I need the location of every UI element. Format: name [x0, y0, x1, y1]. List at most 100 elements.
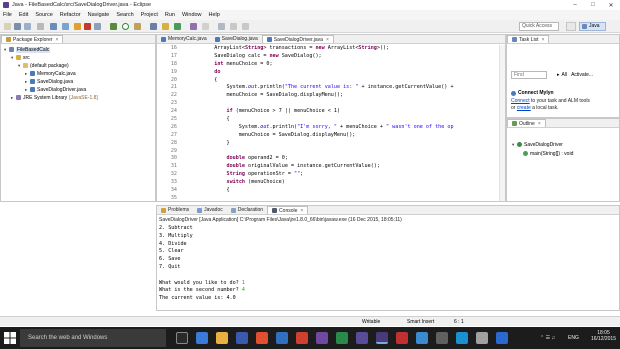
close-button[interactable]: ✕	[602, 0, 620, 10]
print-icon[interactable]	[37, 23, 44, 30]
console-output[interactable]: 2. Subtract 3. Multiply 4. Divide 5. Clear 6…	[159, 225, 609, 310]
find-input[interactable]: Find	[511, 71, 547, 79]
code-line[interactable]: SaveDialog calc = new SaveDialog();	[202, 53, 502, 61]
open-perspective-button[interactable]	[566, 22, 576, 31]
menu-run[interactable]: Run	[165, 12, 175, 18]
menu-window[interactable]: Window	[182, 12, 202, 18]
menu-navigate[interactable]: Navigate	[88, 12, 110, 18]
editor-tab-active[interactable]: SaveDialogDriver.java ×	[261, 35, 334, 44]
code-line[interactable]: menuChoice = SaveDialog.displayMenu();	[202, 92, 502, 100]
outline-method[interactable]: main(String[]) : void	[523, 150, 573, 157]
menu-project[interactable]: Project	[141, 12, 158, 18]
tree-file[interactable]: ▸ MemoryCalc.java	[25, 70, 76, 77]
debug-run-icon[interactable]	[110, 23, 117, 30]
quick-access-input[interactable]: Quick Access	[519, 22, 559, 31]
tab-declaration[interactable]: Declaration	[227, 206, 267, 214]
tree-default-package[interactable]: ▾ (default package)	[18, 62, 69, 69]
language-indicator[interactable]: ENG	[568, 335, 579, 341]
save-all-icon[interactable]	[24, 23, 31, 30]
app-icon[interactable]	[416, 332, 428, 344]
word-icon[interactable]	[276, 332, 288, 344]
external-tools-icon[interactable]	[134, 23, 141, 30]
menu-edit[interactable]: Edit	[19, 12, 28, 18]
editor-scrollbar[interactable]	[499, 45, 505, 201]
run-icon[interactable]	[122, 23, 129, 30]
new-icon[interactable]	[4, 23, 11, 30]
java-perspective-button[interactable]: Java	[579, 22, 606, 31]
code-line[interactable]: {	[202, 77, 502, 85]
code-line[interactable]: }	[202, 140, 502, 148]
editor-tab[interactable]: MemoryCalc.java	[157, 35, 211, 43]
file-explorer-icon[interactable]	[216, 332, 228, 344]
back-icon[interactable]	[230, 23, 237, 30]
terminate-icon[interactable]	[84, 23, 91, 30]
onenote-icon[interactable]	[316, 332, 328, 344]
code-line[interactable]	[202, 100, 502, 108]
all-filter[interactable]: All	[562, 72, 568, 78]
connect-link[interactable]: Connect	[511, 98, 530, 104]
code-line[interactable]: menuChoice = SaveDialog.displayMenu();	[202, 132, 502, 140]
code-line[interactable]: double operand2 = 0;	[202, 155, 502, 163]
resume-icon[interactable]	[74, 23, 81, 30]
code-line[interactable]: ArrayList<String> transactions = new Arr…	[202, 45, 502, 53]
code-line[interactable]: double originalValue = instance.getCurre…	[202, 163, 502, 171]
app-icon[interactable]	[476, 332, 488, 344]
tree-src[interactable]: ▾ src	[11, 54, 30, 61]
tab-javadoc[interactable]: Javadoc	[193, 206, 227, 214]
close-icon[interactable]: ×	[326, 36, 329, 44]
app-icon[interactable]	[436, 332, 448, 344]
menu-help[interactable]: Help	[209, 12, 220, 18]
folder-icon[interactable]: ▸	[557, 72, 560, 78]
code-line[interactable]	[202, 148, 502, 156]
code-line[interactable]: switch (menuChoice)	[202, 179, 502, 187]
forward-icon[interactable]	[242, 23, 249, 30]
task-view-icon[interactable]	[176, 332, 188, 344]
eclipse-taskbar-icon[interactable]	[376, 332, 388, 344]
code-line[interactable]: do	[202, 69, 502, 77]
taskbar-search-input[interactable]: Search the web and Windows	[20, 329, 166, 347]
tree-jre[interactable]: ▸ JRE System Library [JavaSE-1.8]	[11, 94, 98, 101]
skype-icon[interactable]	[456, 332, 468, 344]
powerpoint-icon[interactable]	[296, 332, 308, 344]
code-line[interactable]	[202, 195, 502, 201]
tab-console[interactable]: Console ×	[267, 206, 309, 215]
tab-task-list[interactable]: Task List ×	[507, 35, 550, 43]
open-type-icon[interactable]	[190, 23, 197, 30]
close-icon[interactable]: ×	[538, 120, 541, 128]
visual-studio-icon[interactable]	[356, 332, 368, 344]
debug-icon[interactable]	[50, 23, 57, 30]
tree-file[interactable]: ▸ SaveDialog.java	[25, 78, 73, 85]
clock[interactable]: 18:05 16/12/2015	[591, 330, 616, 342]
tab-package-explorer[interactable]: Package Explorer ×	[1, 35, 64, 44]
app-icon[interactable]	[496, 332, 508, 344]
store-icon[interactable]	[236, 332, 248, 344]
code-line[interactable]: if (menuChoice > 7 || menuChoice < 1)	[202, 108, 502, 116]
create-link[interactable]: create	[517, 105, 531, 111]
minimize-button[interactable]: –	[566, 0, 584, 10]
tree-project[interactable]: ▾ FileBasedCalc	[4, 46, 51, 53]
tray-icons[interactable]: ⌃ ☰ ♫	[540, 335, 555, 341]
new-class-icon[interactable]	[174, 23, 181, 30]
menu-source[interactable]: Source	[35, 12, 52, 18]
code-line[interactable]: System.out.println("I'm sorry, " + menuC…	[202, 124, 502, 132]
code-line[interactable]: System.out.println("The current value is…	[202, 84, 502, 92]
edge-icon[interactable]	[196, 332, 208, 344]
close-icon[interactable]: ×	[55, 36, 58, 44]
tab-outline[interactable]: Outline ×	[507, 119, 546, 127]
tree-file[interactable]: ▸ SaveDialogDriver.java	[25, 86, 86, 93]
tab-problems[interactable]: Problems	[157, 206, 193, 214]
close-icon[interactable]: ×	[300, 207, 303, 215]
annotation-icon[interactable]	[218, 23, 225, 30]
code-lines[interactable]: ArrayList<String> transactions = new Arr…	[202, 45, 502, 201]
code-line[interactable]: int menuChoice = 0;	[202, 61, 502, 69]
code-line[interactable]: {	[202, 116, 502, 124]
disconnect-icon[interactable]	[94, 23, 101, 30]
acrobat-icon[interactable]	[396, 332, 408, 344]
menu-search[interactable]: Search	[116, 12, 133, 18]
code-line[interactable]: String operationStr = "";	[202, 171, 502, 179]
search-icon[interactable]	[202, 23, 209, 30]
activate-link[interactable]: Activate...	[571, 72, 593, 78]
maximize-button[interactable]: □	[584, 0, 602, 10]
new-java-project-icon[interactable]	[150, 23, 157, 30]
editor-tab[interactable]: SaveDialog.java	[211, 35, 262, 43]
